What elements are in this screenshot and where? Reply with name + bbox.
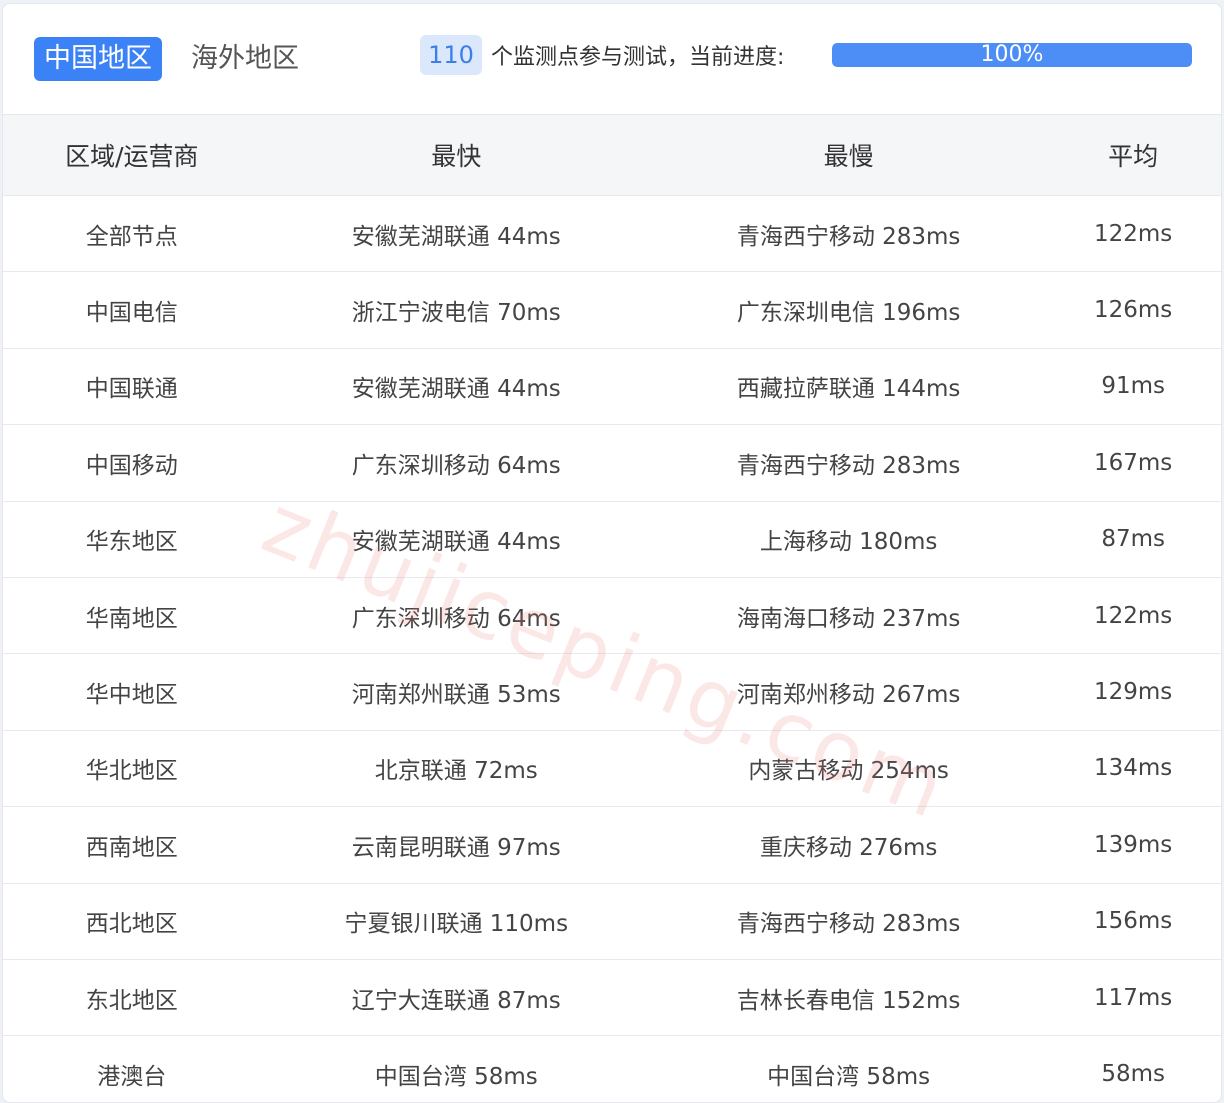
cell-region: 华东地区 (85, 529, 178, 556)
cell-region: 华中地区 (85, 682, 178, 709)
results-table: 区域/运营商 最快 最慢 平均 全部节点 安徽芜湖联通 44ms 青海西宁移动 28… (3, 114, 1221, 1102)
table-row: 华南地区 广东深圳移动 64ms 海南海口移动 237ms 122ms (3, 578, 1221, 655)
table-row: 华东地区 安徽芜湖联通 44ms 上海移动 180ms 87ms (3, 502, 1221, 578)
table-header: 区域/运营商 最快 最慢 平均 (3, 114, 1221, 196)
table-row: 西北地区 宁夏银川联通 110ms 青海西宁移动 283ms 156ms (3, 884, 1221, 960)
column-header-slowest: 最慢 (823, 142, 874, 171)
tab-china-region[interactable]: 中国地区 (34, 37, 162, 81)
cell-slowest: 青海西宁移动 283ms (736, 452, 961, 479)
table-row: 全部节点 安徽芜湖联通 44ms 青海西宁移动 283ms 122ms (3, 196, 1221, 273)
progress-description: 个监测点参与测试，当前进度: (491, 45, 785, 70)
cell-region: 全部节点 (85, 223, 178, 250)
cell-slowest: 重庆移动 276ms (759, 834, 938, 861)
cell-slowest: 河南郑州移动 267ms (736, 682, 961, 709)
cell-average: 156ms (1094, 908, 1173, 935)
cell-fastest: 安徽芜湖联通 44ms (351, 223, 561, 250)
table-row: 华北地区 北京联通 72ms 内蒙古移动 254ms 134ms (3, 731, 1221, 808)
tab-overseas-region[interactable]: 海外地区 (181, 37, 309, 81)
region-toolbar: 中国地区 海外地区 110 个监测点参与测试，当前进度: 100% (3, 4, 1221, 114)
cell-average: 87ms (1101, 526, 1165, 553)
table-row: 中国移动 广东深圳移动 64ms 青海西宁移动 283ms 167ms (3, 425, 1221, 502)
cell-fastest: 宁夏银川联通 110ms (344, 911, 569, 938)
cell-slowest: 上海移动 180ms (759, 529, 938, 556)
cell-region: 中国电信 (85, 300, 178, 327)
table-body: 全部节点 安徽芜湖联通 44ms 青海西宁移动 283ms 122ms 中国电信 浙江宁波… (3, 196, 1221, 1102)
table-row: 东北地区 辽宁大连联通 87ms 吉林长春电信 152ms 117ms (3, 960, 1221, 1037)
cell-fastest: 广东深圳移动 64ms (351, 452, 561, 479)
cell-fastest: 辽宁大连联通 87ms (351, 987, 561, 1014)
table-row: 港澳台 中国台湾 58ms 中国台湾 58ms 58ms (3, 1036, 1221, 1102)
table-row: 中国联通 安徽芜湖联通 44ms 西藏拉萨联通 144ms 91ms (3, 349, 1221, 426)
column-header-region: 区域/运营商 (65, 142, 199, 171)
cell-fastest: 广东深圳移动 64ms (351, 605, 561, 632)
cell-average: 139ms (1094, 831, 1173, 858)
cell-slowest: 吉林长春电信 152ms (736, 987, 961, 1014)
cell-slowest: 内蒙古移动 254ms (748, 758, 949, 785)
progress-percent-label: 100% (980, 43, 1044, 67)
speed-test-card: 中国地区 海外地区 110 个监测点参与测试，当前进度: 100% 区域/运营商… (2, 3, 1222, 1103)
cell-slowest: 青海西宁移动 283ms (736, 911, 961, 938)
progress-bar: 100% (832, 43, 1192, 67)
cell-slowest: 中国台湾 58ms (767, 1063, 931, 1090)
cell-average: 91ms (1101, 373, 1165, 400)
table-row: 西南地区 云南昆明联通 97ms 重庆移动 276ms 139ms (3, 807, 1221, 884)
cell-average: 134ms (1094, 755, 1173, 782)
cell-fastest: 安徽芜湖联通 44ms (351, 376, 561, 403)
cell-average: 122ms (1094, 220, 1173, 247)
column-header-average: 平均 (1108, 142, 1159, 171)
cell-slowest: 海南海口移动 237ms (736, 605, 961, 632)
node-count-badge: 110 (420, 35, 482, 75)
cell-region: 华南地区 (85, 605, 178, 632)
cell-region: 中国移动 (85, 452, 178, 479)
cell-fastest: 河南郑州联通 53ms (351, 682, 561, 709)
cell-region: 中国联通 (85, 376, 178, 403)
cell-fastest: 云南昆明联通 97ms (351, 834, 561, 861)
cell-region: 西北地区 (85, 911, 178, 938)
cell-average: 122ms (1094, 602, 1173, 629)
cell-average: 129ms (1094, 679, 1173, 706)
cell-slowest: 西藏拉萨联通 144ms (736, 376, 961, 403)
cell-fastest: 浙江宁波电信 70ms (351, 300, 561, 327)
cell-fastest: 北京联通 72ms (374, 758, 538, 785)
cell-region: 东北地区 (85, 987, 178, 1014)
column-header-fastest: 最快 (431, 142, 482, 171)
cell-region: 华北地区 (85, 758, 178, 785)
cell-average: 126ms (1094, 297, 1173, 324)
cell-average: 167ms (1094, 449, 1173, 476)
cell-fastest: 中国台湾 58ms (374, 1063, 538, 1090)
cell-average: 117ms (1094, 984, 1173, 1011)
cell-average: 58ms (1101, 1060, 1165, 1087)
cell-region: 西南地区 (85, 834, 178, 861)
cell-fastest: 安徽芜湖联通 44ms (351, 529, 561, 556)
table-row: 中国电信 浙江宁波电信 70ms 广东深圳电信 196ms 126ms (3, 272, 1221, 349)
cell-region: 港澳台 (97, 1063, 167, 1090)
cell-slowest: 青海西宁移动 283ms (736, 223, 961, 250)
table-row: 华中地区 河南郑州联通 53ms 河南郑州移动 267ms 129ms (3, 654, 1221, 731)
cell-slowest: 广东深圳电信 196ms (736, 300, 961, 327)
